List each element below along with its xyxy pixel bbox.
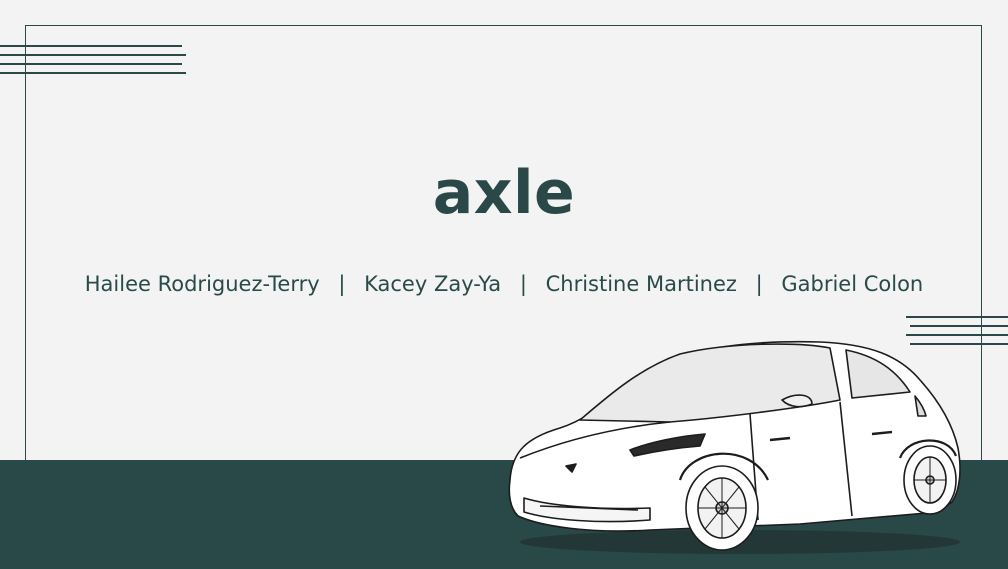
front-wheel	[685, 465, 759, 551]
author-list: Hailee Rodriguez-Terry | Kacey Zay-Ya | …	[0, 272, 1008, 296]
author-separator: |	[338, 272, 346, 296]
author-name: Hailee Rodriguez-Terry	[84, 272, 320, 296]
author-name: Gabriel Colon	[781, 272, 924, 296]
rear-wheel	[903, 445, 957, 515]
author-name: Kacey Zay-Ya	[364, 272, 502, 296]
author-separator: |	[519, 272, 527, 296]
slide-title: axle	[432, 158, 576, 228]
decorative-lines-top-left	[0, 45, 190, 77]
car-icon	[508, 340, 961, 554]
electric-car-illustration	[508, 340, 961, 554]
author-separator: |	[755, 272, 763, 296]
presentation-slide: axle Hailee Rodriguez-Terry | Kacey Zay-…	[0, 0, 1008, 569]
author-name: Christine Martinez	[545, 272, 737, 296]
